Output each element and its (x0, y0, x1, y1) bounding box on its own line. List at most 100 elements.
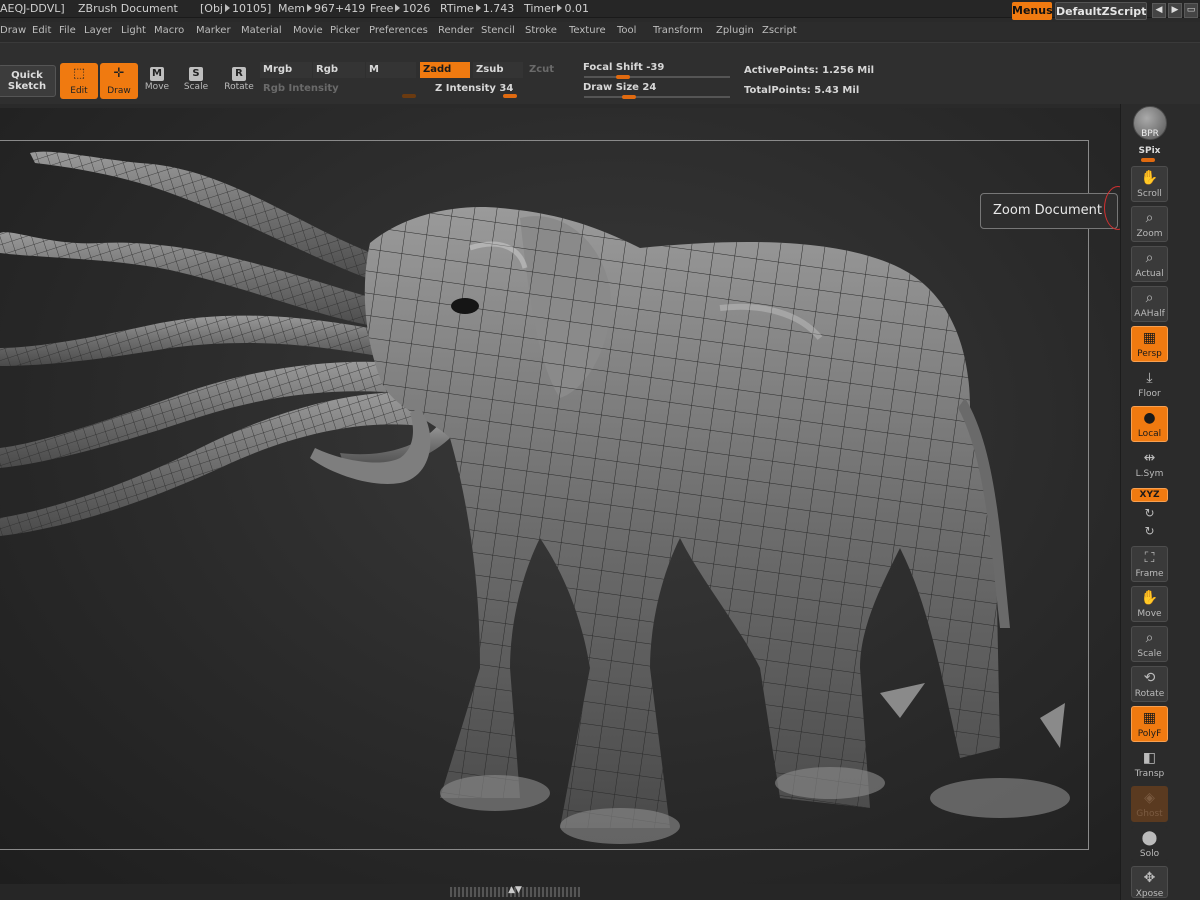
menu-render[interactable]: Render (438, 25, 474, 36)
triangle-icon (475, 4, 481, 12)
draw-size-knob[interactable] (622, 95, 636, 99)
menu-transform[interactable]: Transform (653, 25, 703, 36)
tool-shelf: Quick Sketch ⬚ Edit ✛ Draw M Move S Scal… (0, 42, 1200, 104)
spix-knob[interactable] (1141, 158, 1155, 162)
ghost-icon: ◈ (1144, 790, 1155, 806)
free-readout: Free 1026 (370, 2, 431, 15)
rotate-y-icon[interactable]: ↻ (1131, 506, 1168, 520)
scale-icon: S (189, 67, 203, 81)
rgb-intensity-slider[interactable]: Rgb Intensity (260, 81, 416, 97)
rgb-intensity-knob[interactable] (402, 94, 416, 98)
menu-material[interactable]: Material (241, 25, 282, 36)
menu-preferences[interactable]: Preferences (369, 25, 428, 36)
menu-layer[interactable]: Layer (84, 25, 112, 36)
right-dock: BPR SPix ✋ Scroll ⌕ Zoom ⌕ Actual ⌕ AAHalf ▦… (1120, 104, 1200, 900)
menu-stencil[interactable]: Stencil (481, 25, 515, 36)
zoom-button[interactable]: ⌕ Zoom (1131, 206, 1168, 242)
zcut-button[interactable]: Zcut (526, 62, 576, 78)
edit-icon: ⬚ (72, 66, 86, 81)
local-button[interactable]: ● Local (1131, 406, 1168, 442)
move-icon: M (150, 67, 164, 81)
tray-toggle-icon[interactable]: ▲▼ (500, 885, 530, 895)
menu-tool[interactable]: Tool (617, 25, 636, 36)
magnifier-icon: ⌕ (1145, 210, 1154, 226)
edit-button[interactable]: ⬚ Edit (60, 63, 98, 99)
lsym-button[interactable]: ⇹ L.Sym (1131, 446, 1168, 482)
aahalf-button[interactable]: ⌕ AAHalf (1131, 286, 1168, 322)
magnifier-icon: ⌕ (1145, 250, 1154, 266)
local-sphere-icon: ● (1143, 410, 1156, 426)
menu-stroke[interactable]: Stroke (525, 25, 557, 36)
rgb-button[interactable]: Rgb (313, 62, 365, 78)
zsub-button[interactable]: Zsub (473, 62, 523, 78)
zadd-button[interactable]: Zadd (420, 62, 470, 78)
menu-draw[interactable]: Draw (0, 25, 26, 36)
menu-movie[interactable]: Movie (293, 25, 323, 36)
menu-file[interactable]: File (59, 25, 76, 36)
scroll-button[interactable]: ✋ Scroll (1131, 166, 1168, 202)
move-view-button[interactable]: ✋ Move (1131, 586, 1168, 622)
rotate-icon: R (232, 67, 246, 81)
active-points-readout: ActivePoints: 1.256 Mil (744, 65, 875, 76)
focal-shift-track (584, 76, 730, 78)
triangle-icon (395, 4, 401, 12)
solo-button[interactable]: ⬤ Solo (1131, 826, 1168, 862)
bpr-button[interactable]: BPR (1133, 106, 1167, 140)
ghost-button[interactable]: ◈ Ghost (1131, 786, 1168, 822)
focal-shift-knob[interactable] (616, 75, 630, 79)
menu-zplugin[interactable]: Zplugin (716, 25, 754, 36)
frame-button[interactable]: ⛶ Frame (1131, 546, 1168, 582)
floor-button[interactable]: ⤓ Floor (1131, 366, 1168, 402)
elephant-body (310, 207, 1070, 844)
rotate-z-icon[interactable]: ↻ (1131, 524, 1168, 538)
obj-readout: [Obj 10105] (200, 2, 272, 15)
restore-icon[interactable]: ▭ (1184, 3, 1198, 18)
draw-button[interactable]: ✛ Draw (100, 63, 138, 99)
menu-zscript[interactable]: Zscript (762, 25, 797, 36)
m-button[interactable]: M (366, 62, 416, 78)
default-zscript-button[interactable]: DefaultZScript (1055, 2, 1147, 20)
document-canvas[interactable] (0, 108, 1120, 884)
scale-button[interactable]: S Scale (177, 63, 215, 99)
menu-edit[interactable]: Edit (32, 25, 51, 36)
transp-button[interactable]: ◧ Transp (1131, 746, 1168, 782)
persp-button[interactable]: ▦ Persp (1131, 326, 1168, 362)
app-id: AEQJ-DDVL] (0, 2, 65, 15)
symmetry-icon: ⇹ (1143, 450, 1156, 466)
prev-arrow-icon[interactable]: ◀ (1152, 3, 1166, 18)
move-button[interactable]: M Move (138, 63, 176, 99)
spix-slider[interactable]: SPix (1131, 146, 1168, 156)
bottom-tray: ▲▼ (0, 884, 1120, 900)
scale-view-button[interactable]: ⌕ Scale (1131, 626, 1168, 662)
menus-button[interactable]: Menus (1012, 2, 1053, 20)
next-arrow-icon[interactable]: ▶ (1168, 3, 1182, 18)
frame-icon: ⛶ (1144, 550, 1155, 566)
expand-arrows-icon: ✥ (1143, 870, 1156, 886)
rotate-view-button[interactable]: ⟲ Rotate (1131, 666, 1168, 702)
rotate-icon: ⟲ (1143, 670, 1156, 686)
total-points-readout: TotalPoints: 5.43 Mil (744, 85, 860, 96)
mrgb-button[interactable]: Mrgb (260, 62, 312, 78)
focal-shift-slider[interactable]: Focal Shift -39 (580, 60, 730, 76)
magnifier-icon: ⌕ (1145, 630, 1154, 646)
draw-size-track (584, 96, 730, 98)
menu-marker[interactable]: Marker (196, 25, 231, 36)
rotate-button[interactable]: R Rotate (220, 63, 258, 99)
draw-size-slider[interactable]: Draw Size 24 (580, 80, 730, 96)
triangle-icon (557, 4, 563, 12)
xyz-button[interactable]: XYZ (1131, 488, 1168, 502)
floor-icon: ⤓ (1146, 370, 1153, 386)
sculpted-elephant-model[interactable] (0, 108, 1120, 884)
menu-texture[interactable]: Texture (569, 25, 606, 36)
z-intensity-knob[interactable] (503, 94, 517, 98)
rtime-readout: RTime 1.743 (440, 2, 515, 15)
transparency-icon: ◧ (1142, 750, 1157, 766)
quick-sketch-button[interactable]: Quick Sketch (0, 65, 56, 97)
menu-picker[interactable]: Picker (330, 25, 360, 36)
actual-button[interactable]: ⌕ Actual (1131, 246, 1168, 282)
xpose-button[interactable]: ✥ Xpose (1131, 866, 1168, 899)
menu-light[interactable]: Light (121, 25, 146, 36)
zoom-document-tooltip: Zoom Document (980, 193, 1118, 229)
menu-macro[interactable]: Macro (154, 25, 184, 36)
polyf-button[interactable]: ▦ PolyF (1131, 706, 1168, 742)
